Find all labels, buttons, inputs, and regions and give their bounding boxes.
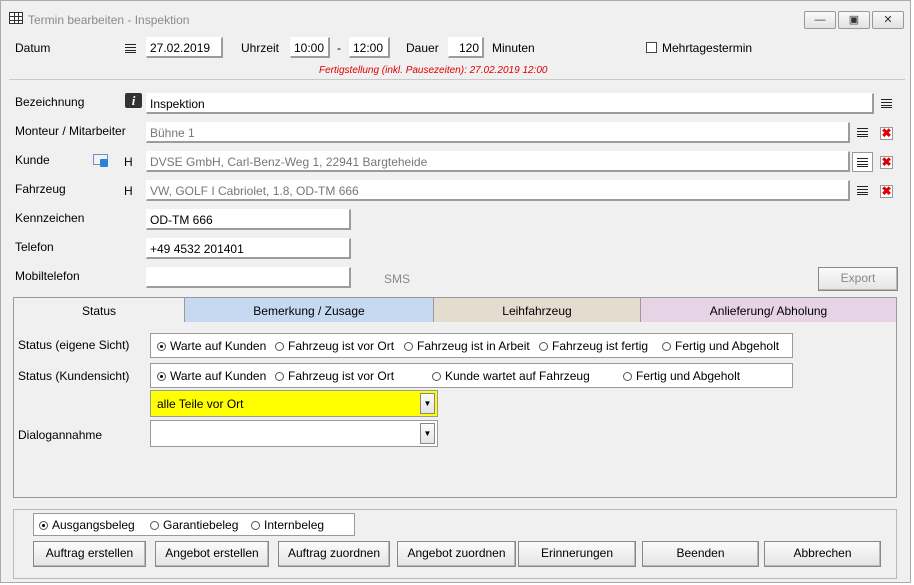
monteur-delete-icon[interactable]: ✖: [880, 127, 893, 140]
appointment-window: Termin bearbeiten - Inspektion — ▣ ✕ Dat…: [0, 0, 911, 583]
angebot-zuordnen-button[interactable]: Angebot zuordnen: [397, 541, 516, 567]
dialog-select[interactable]: ▼: [150, 420, 438, 447]
datum-picker-icon[interactable]: [125, 44, 136, 53]
fahrzeug-list-icon[interactable]: [857, 186, 868, 195]
abbrechen-button[interactable]: Abbrechen: [764, 541, 881, 567]
export-button[interactable]: Export: [818, 267, 898, 291]
status-kunden-option[interactable]: Kunde wartet auf Fahrzeug: [432, 369, 590, 383]
monteur-field[interactable]: Bühne 1: [146, 122, 850, 143]
dauer-label: Dauer: [406, 41, 439, 55]
mobil-field[interactable]: [146, 267, 351, 288]
mobil-label: Mobiltelefon: [15, 269, 80, 283]
radio-icon: [251, 521, 260, 530]
tab-leihfahrzeug[interactable]: Leihfahrzeug: [433, 297, 641, 323]
status-eigene-option[interactable]: Fahrzeug ist in Arbeit: [404, 339, 530, 353]
monteur-label: Monteur / Mitarbeiter: [15, 124, 126, 138]
radio-icon: [275, 372, 284, 381]
fahrzeug-label: Fahrzeug: [15, 182, 66, 196]
mehrtages-checkbox[interactable]: [646, 42, 657, 53]
chevron-down-icon[interactable]: ▼: [420, 393, 435, 414]
kunde-h-label: H: [124, 155, 133, 169]
fahrzeug-field[interactable]: VW, GOLF I Cabriolet, 1.8, OD-TM 666: [146, 180, 850, 201]
info-icon[interactable]: i: [125, 93, 142, 108]
teile-select-value: alle Teile vor Ort: [157, 397, 244, 411]
kunde-list-icon: [857, 158, 868, 167]
header-divider: [9, 79, 905, 80]
minuten-label: Minuten: [492, 41, 535, 55]
fahrzeug-h-label: H: [124, 184, 133, 198]
radio-icon: [623, 372, 632, 381]
status-kunden-option[interactable]: Fahrzeug ist vor Ort: [275, 369, 394, 383]
bezeichnung-list-icon[interactable]: [881, 99, 892, 108]
datum-label: Datum: [15, 41, 51, 55]
bezeichnung-field[interactable]: Inspektion: [146, 93, 874, 114]
monteur-list-icon[interactable]: [857, 128, 868, 137]
uhrzeit-label: Uhrzeit: [241, 41, 280, 55]
dialog-label: Dialogannahme: [18, 428, 103, 442]
sms-label: SMS: [384, 272, 411, 286]
fahrzeug-delete-icon[interactable]: ✖: [880, 185, 893, 198]
tab-bemerkung[interactable]: Bemerkung / Zusage: [184, 297, 434, 323]
calendar-icon: [9, 12, 23, 24]
kunde-label: Kunde: [15, 153, 50, 167]
tab-status[interactable]: Status: [13, 297, 185, 324]
angebot-erstellen-button[interactable]: Angebot erstellen: [155, 541, 269, 567]
dauer-field[interactable]: 120: [448, 37, 484, 58]
status-eigene-group: Warte auf Kunden Fahrzeug ist vor Ort Fa…: [150, 333, 793, 358]
auftrag-erstellen-button[interactable]: Auftrag erstellen: [33, 541, 146, 567]
radio-icon: [150, 521, 159, 530]
beleg-option[interactable]: Garantiebeleg: [150, 518, 238, 532]
status-eigene-label: Status (eigene Sicht): [18, 338, 130, 352]
status-kunden-option[interactable]: Warte auf Kunden: [157, 369, 266, 383]
status-eigene-option[interactable]: Warte auf Kunden: [157, 339, 266, 353]
status-eigene-option[interactable]: Fertig und Abgeholt: [662, 339, 779, 353]
beleg-group: Ausgangsbeleg Garantiebeleg Internbeleg: [33, 513, 355, 536]
datum-field[interactable]: 27.02.2019: [146, 37, 223, 58]
mail-icon[interactable]: [93, 154, 108, 167]
bezeichnung-label: Bezeichnung: [15, 95, 85, 109]
radio-selected-icon: [157, 372, 166, 381]
tab-anlieferung[interactable]: Anlieferung/ Abholung: [640, 297, 897, 323]
mehrtages-label: Mehrtagestermin: [662, 41, 753, 55]
beleg-option[interactable]: Ausgangsbeleg: [39, 518, 135, 532]
radio-selected-icon: [157, 342, 166, 351]
close-button[interactable]: ✕: [872, 11, 904, 29]
fertigstellung-text: Fertigstellung (inkl. Pausezeiten): 27.0…: [319, 65, 548, 76]
auftrag-zuordnen-button[interactable]: Auftrag zuordnen: [278, 541, 390, 567]
radio-icon: [539, 342, 548, 351]
beleg-option[interactable]: Internbeleg: [251, 518, 324, 532]
status-eigene-option[interactable]: Fahrzeug ist fertig: [539, 339, 648, 353]
time-from-field[interactable]: 10:00: [290, 37, 330, 58]
time-separator: -: [337, 41, 341, 55]
kennzeichen-field[interactable]: OD-TM 666: [146, 209, 351, 230]
kunde-list-button[interactable]: [852, 152, 873, 172]
status-kunden-label: Status (Kundensicht): [18, 369, 130, 383]
minimize-button[interactable]: —: [804, 11, 836, 29]
radio-icon: [432, 372, 441, 381]
maximize-button[interactable]: ▣: [838, 11, 870, 29]
status-kunden-option[interactable]: Fertig und Abgeholt: [623, 369, 740, 383]
radio-icon: [662, 342, 671, 351]
radio-icon: [404, 342, 413, 351]
kunde-field[interactable]: DVSE GmbH, Carl-Benz-Weg 1, 22941 Bargte…: [146, 151, 850, 172]
teile-select[interactable]: alle Teile vor Ort ▼: [150, 390, 438, 417]
telefon-field[interactable]: +49 4532 201401: [146, 238, 351, 259]
window-title: Termin bearbeiten - Inspektion: [28, 13, 190, 27]
kunde-delete-icon[interactable]: ✖: [880, 156, 893, 169]
title-bar: Termin bearbeiten - Inspektion — ▣ ✕: [1, 1, 910, 33]
erinnerungen-button[interactable]: Erinnerungen: [518, 541, 636, 567]
status-kunden-group: Warte auf Kunden Fahrzeug ist vor Ort Ku…: [150, 363, 793, 388]
status-eigene-option[interactable]: Fahrzeug ist vor Ort: [275, 339, 394, 353]
beenden-button[interactable]: Beenden: [642, 541, 759, 567]
time-to-field[interactable]: 12:00: [349, 37, 390, 58]
kennzeichen-label: Kennzeichen: [15, 211, 85, 225]
radio-icon: [275, 342, 284, 351]
chevron-down-icon[interactable]: ▼: [420, 423, 435, 444]
radio-selected-icon: [39, 521, 48, 530]
telefon-label: Telefon: [15, 240, 54, 254]
